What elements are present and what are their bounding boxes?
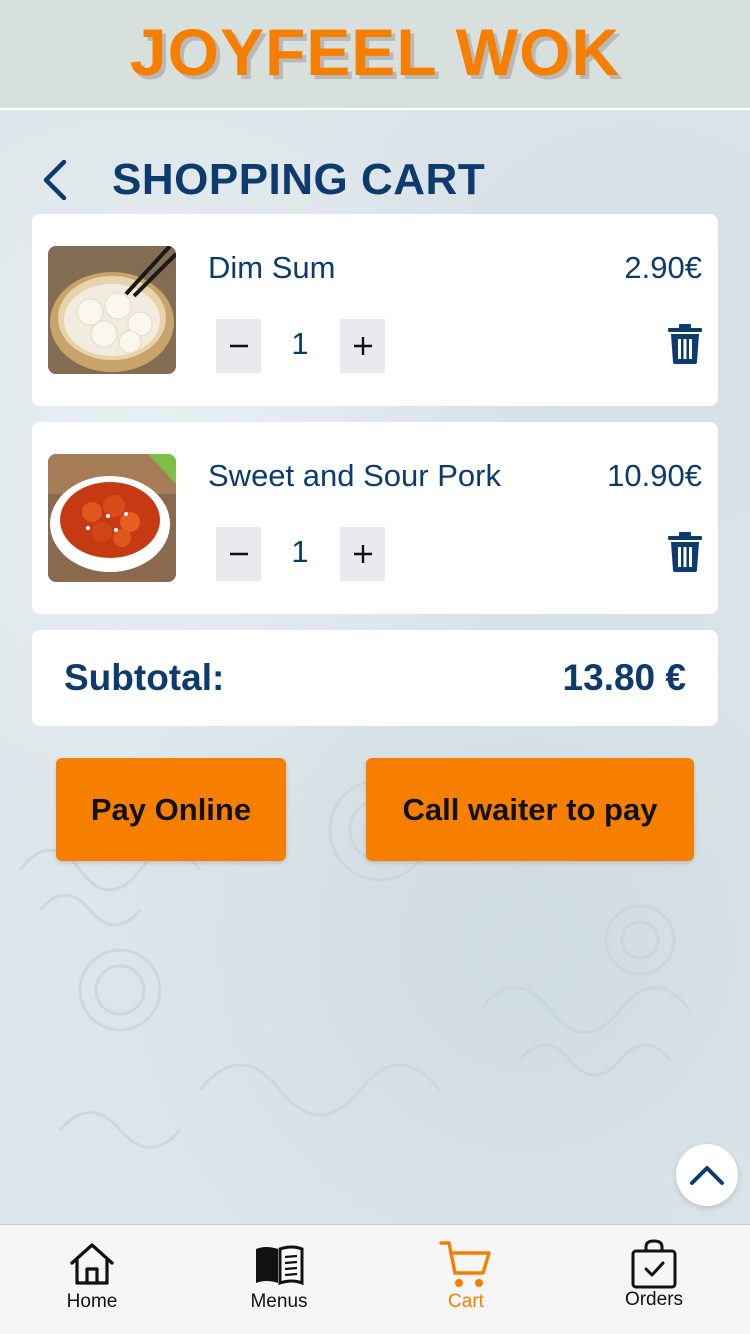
increase-quantity-button[interactable] (340, 319, 385, 373)
item-name: Sweet and Sour Pork (208, 458, 501, 493)
tab-home[interactable]: Home (17, 1225, 167, 1334)
quantity-value: 1 (291, 326, 309, 361)
subtotal-label: Subtotal: (64, 657, 225, 698)
menu-book-icon (256, 1245, 304, 1286)
cart-item: Sweet and Sour Pork 10.90€ 1 (32, 422, 718, 614)
sweet-sour-pork-image (48, 454, 176, 582)
orders-bag-icon (631, 1239, 677, 1289)
item-price: 10.90€ (607, 458, 702, 493)
increase-quantity-button[interactable] (340, 527, 385, 581)
tab-menus[interactable]: Menus (204, 1225, 354, 1334)
item-name: Dim Sum (208, 250, 336, 285)
pay-online-button[interactable]: Pay Online (56, 758, 286, 861)
page-title: SHOPPING CART (112, 155, 486, 204)
app-header: JOYFEEL WOK (0, 0, 750, 110)
cart-item: Dim Sum 2.90€ 1 (32, 214, 718, 406)
brand-logo-text: JOYFEEL WOK (129, 15, 621, 89)
call-waiter-button[interactable]: Call waiter to pay (366, 758, 694, 861)
tab-label: Cart (448, 1291, 484, 1312)
tab-label: Menus (250, 1291, 308, 1312)
decrease-quantity-button[interactable] (216, 527, 261, 581)
decrease-quantity-button[interactable] (216, 319, 261, 373)
back-arrow-icon[interactable] (40, 152, 80, 208)
tab-orders[interactable]: Orders (579, 1225, 729, 1334)
scroll-to-top-button[interactable] (676, 1144, 738, 1206)
cart-icon (439, 1241, 491, 1287)
trash-icon[interactable] (668, 324, 702, 364)
subtotal-card: Subtotal: 13.80 € (32, 630, 718, 726)
tab-cart[interactable]: Cart (391, 1225, 541, 1334)
home-icon (70, 1243, 114, 1285)
tab-label: Orders (624, 1289, 684, 1310)
tab-label: Home (66, 1291, 118, 1312)
title-row: SHOPPING CART (40, 150, 485, 210)
chevron-up-icon (690, 1166, 724, 1185)
item-price: 2.90€ (624, 250, 702, 285)
dim-sum-image (48, 246, 176, 374)
bottom-tab-bar: Home Menus Cart Orders (0, 1224, 750, 1334)
quantity-value: 1 (291, 534, 309, 569)
subtotal-value: 13.80 € (562, 657, 686, 698)
trash-icon[interactable] (668, 532, 702, 572)
